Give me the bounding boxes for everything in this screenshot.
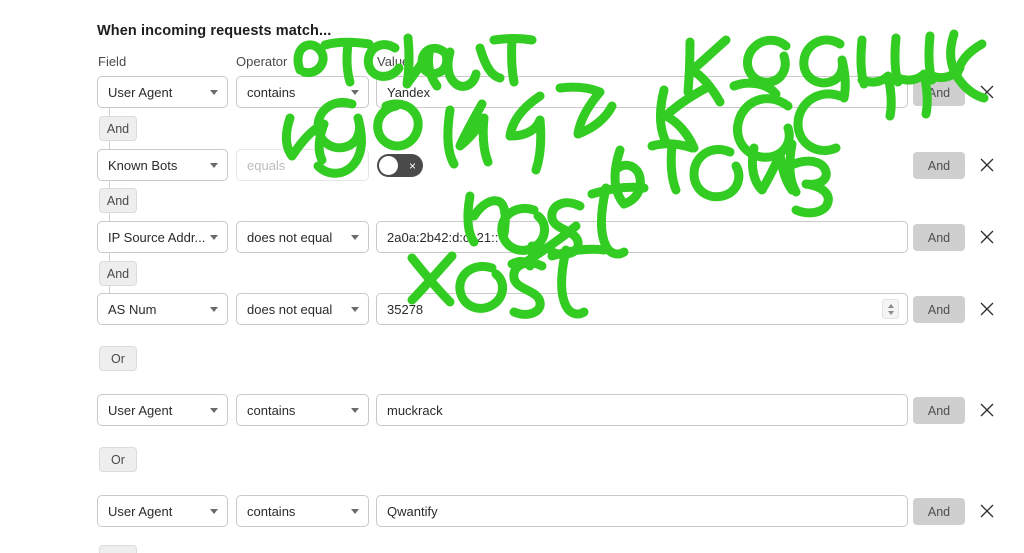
column-header-value: Value — [377, 54, 410, 69]
value-input[interactable]: muckrack — [376, 394, 908, 426]
operator-select-value: contains — [247, 503, 296, 519]
group-operator-or[interactable]: Or — [99, 346, 137, 371]
add-and-condition-button[interactable]: And — [913, 152, 965, 179]
group-operator-partial[interactable] — [99, 545, 137, 553]
operator-select: equals — [236, 149, 369, 181]
value-input-text: 2a0a:2b42:d:ca21:: — [387, 229, 499, 245]
field-select-value: User Agent — [108, 84, 173, 100]
group-operator-and[interactable]: And — [99, 261, 137, 286]
operator-select-value: contains — [247, 402, 296, 418]
add-and-condition-button[interactable]: And — [913, 79, 965, 106]
field-select[interactable]: IP Source Addr... — [97, 221, 228, 253]
close-icon[interactable] — [978, 156, 996, 174]
known-bots-toggle[interactable]: × — [377, 154, 423, 177]
connector-line — [109, 253, 110, 261]
chevron-down-icon — [210, 408, 218, 413]
field-select[interactable]: AS Num — [97, 293, 228, 325]
field-select[interactable]: User Agent — [97, 394, 228, 426]
chevron-down-icon — [210, 307, 218, 312]
chevron-down-icon — [210, 163, 218, 168]
value-input[interactable]: Yandex — [376, 76, 908, 108]
add-and-condition-button[interactable]: And — [913, 296, 965, 323]
operator-select[interactable]: contains — [236, 495, 369, 527]
value-input[interactable]: Qwantify — [376, 495, 908, 527]
close-icon[interactable] — [978, 401, 996, 419]
stepper-up-icon[interactable] — [887, 303, 894, 308]
operator-select-value: contains — [247, 84, 296, 100]
toggle-off-icon: × — [408, 158, 416, 173]
value-input[interactable]: 35278 — [376, 293, 908, 325]
operator-select[interactable]: does not equal — [236, 293, 369, 325]
value-input[interactable]: 2a0a:2b42:d:ca21:: — [376, 221, 908, 253]
chevron-down-icon — [210, 235, 218, 240]
field-select-value: AS Num — [108, 301, 157, 317]
rule-builder-panel: When incoming requests match... Field Op… — [0, 0, 1024, 553]
chevron-down-icon — [210, 90, 218, 95]
chevron-down-icon — [351, 163, 359, 168]
value-input-text: 35278 — [387, 301, 424, 317]
add-and-condition-button[interactable]: And — [913, 397, 965, 424]
operator-select[interactable]: contains — [236, 394, 369, 426]
connector-line — [109, 213, 110, 221]
operator-select[interactable]: contains — [236, 76, 369, 108]
field-select[interactable]: User Agent — [97, 495, 228, 527]
stepper-down-icon[interactable] — [887, 310, 894, 315]
connector-line — [109, 141, 110, 149]
chevron-down-icon — [351, 90, 359, 95]
page-title: When incoming requests match... — [97, 23, 332, 39]
toggle-knob — [379, 156, 398, 175]
chevron-down-icon — [351, 509, 359, 514]
field-select-value: User Agent — [108, 503, 173, 519]
field-select-value: Known Bots — [108, 157, 178, 173]
operator-select-value: equals — [247, 157, 286, 173]
value-input-text: muckrack — [387, 402, 443, 418]
chevron-down-icon — [351, 408, 359, 413]
chevron-down-icon — [351, 235, 359, 240]
group-operator-and[interactable]: And — [99, 188, 137, 213]
group-operator-or[interactable]: Or — [99, 447, 137, 472]
field-select[interactable]: User Agent — [97, 76, 228, 108]
operator-select-value: does not equal — [247, 229, 333, 245]
number-stepper[interactable] — [882, 299, 899, 319]
field-select-value: User Agent — [108, 402, 173, 418]
column-header-operator: Operator — [236, 54, 288, 69]
add-and-condition-button[interactable]: And — [913, 224, 965, 251]
value-input-text: Yandex — [387, 84, 431, 100]
operator-select[interactable]: does not equal — [236, 221, 369, 253]
chevron-down-icon — [351, 307, 359, 312]
close-icon[interactable] — [978, 228, 996, 246]
group-operator-and[interactable]: And — [99, 116, 137, 141]
field-select-value: IP Source Addr... — [108, 229, 206, 245]
operator-select-value: does not equal — [247, 301, 333, 317]
field-select[interactable]: Known Bots — [97, 149, 228, 181]
close-icon[interactable] — [978, 83, 996, 101]
add-and-condition-button[interactable]: And — [913, 498, 965, 525]
column-header-field: Field — [98, 54, 127, 69]
close-icon[interactable] — [978, 502, 996, 520]
value-input-text: Qwantify — [387, 503, 438, 519]
close-icon[interactable] — [978, 300, 996, 318]
chevron-down-icon — [210, 509, 218, 514]
